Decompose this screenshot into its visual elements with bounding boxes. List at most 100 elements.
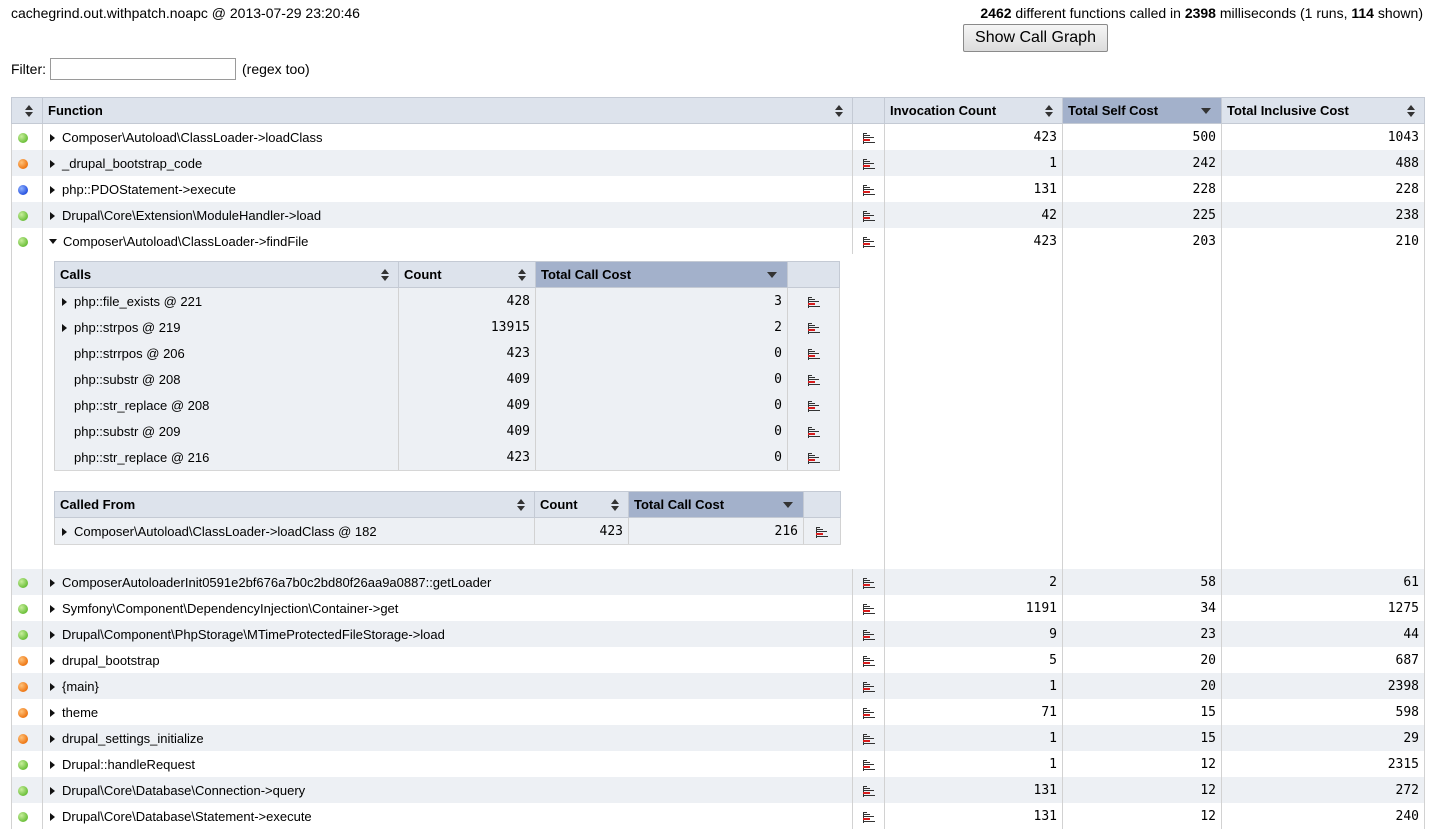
function-cell[interactable]: drupal_bootstrap: [42, 647, 853, 673]
call-graph-cell[interactable]: [803, 517, 841, 545]
call-graph-cell[interactable]: [852, 176, 885, 202]
function-row[interactable]: drupal_settings_initialize 1 15 29: [11, 725, 1425, 751]
call-graph-icon[interactable]: [862, 733, 875, 745]
status-column-header[interactable]: [11, 97, 43, 124]
call-graph-icon[interactable]: [807, 374, 820, 386]
function-cell[interactable]: Drupal\Component\PhpStorage\MTimeProtect…: [42, 621, 853, 647]
call-graph-cell[interactable]: [852, 777, 885, 803]
calls-row[interactable]: php::strrpos @ 206 423 0: [54, 340, 840, 366]
calls-row[interactable]: php::substr @ 208 409 0: [54, 366, 840, 392]
called-from-total-call-cost-column-header[interactable]: Total Call Cost: [628, 491, 804, 518]
call-graph-cell[interactable]: [852, 673, 885, 699]
call-graph-cell[interactable]: [852, 150, 885, 176]
function-cell[interactable]: _drupal_bootstrap_code: [42, 150, 853, 176]
expand-triangle-icon[interactable]: [50, 185, 55, 194]
call-graph-cell[interactable]: [852, 202, 885, 228]
call-graph-cell[interactable]: [852, 725, 885, 751]
function-cell[interactable]: {main}: [42, 673, 853, 699]
call-graph-icon[interactable]: [862, 210, 875, 222]
expand-triangle-icon[interactable]: [62, 297, 67, 306]
function-cell[interactable]: drupal_settings_initialize: [42, 725, 853, 751]
expand-triangle-icon[interactable]: [50, 604, 55, 613]
call-graph-cell[interactable]: [787, 418, 840, 444]
function-row[interactable]: Symfony\Component\DependencyInjection\Co…: [11, 595, 1425, 621]
function-row[interactable]: _drupal_bootstrap_code 1 242 488: [11, 150, 1425, 176]
call-graph-cell[interactable]: [852, 621, 885, 647]
filter-input[interactable]: [50, 58, 236, 80]
function-cell[interactable]: ComposerAutoloaderInit0591e2bf676a7b0c2b…: [42, 569, 853, 595]
call-graph-cell[interactable]: [787, 287, 840, 314]
call-graph-cell[interactable]: [852, 803, 885, 829]
expand-triangle-icon[interactable]: [50, 760, 55, 769]
expand-triangle-icon[interactable]: [50, 656, 55, 665]
call-graph-icon[interactable]: [862, 759, 875, 771]
call-graph-icon[interactable]: [862, 629, 875, 641]
called-from-count-column-header[interactable]: Count: [534, 491, 629, 518]
calls-row[interactable]: php::file_exists @ 221 428 3: [54, 287, 840, 314]
expand-triangle-icon[interactable]: [62, 323, 67, 332]
call-graph-icon[interactable]: [816, 526, 828, 538]
function-cell[interactable]: Drupal\Core\Extension\ModuleHandler->loa…: [42, 202, 853, 228]
function-cell[interactable]: Composer\Autoload\ClassLoader->findFile: [42, 228, 853, 254]
called-from-row[interactable]: Composer\Autoload\ClassLoader->loadClass…: [54, 517, 841, 545]
call-graph-cell[interactable]: [852, 569, 885, 595]
call-graph-icon[interactable]: [862, 681, 875, 693]
call-graph-cell[interactable]: [852, 699, 885, 725]
call-graph-cell[interactable]: [787, 340, 840, 366]
invocation-count-column-header[interactable]: Invocation Count: [884, 97, 1063, 124]
function-row[interactable]: Composer\Autoload\ClassLoader->loadClass…: [11, 123, 1425, 150]
calls-name-cell[interactable]: php::strpos @ 219: [54, 314, 399, 340]
expand-triangle-icon[interactable]: [50, 708, 55, 717]
call-graph-icon[interactable]: [862, 132, 875, 144]
expand-triangle-icon[interactable]: [50, 786, 55, 795]
expand-triangle-icon[interactable]: [50, 630, 55, 639]
expand-triangle-icon[interactable]: [50, 211, 55, 220]
call-graph-icon[interactable]: [862, 603, 875, 615]
collapse-triangle-icon[interactable]: [49, 239, 57, 245]
call-graph-icon[interactable]: [862, 811, 875, 823]
call-graph-icon[interactable]: [862, 236, 875, 248]
function-cell[interactable]: Drupal\Core\Database\Connection->query: [42, 777, 853, 803]
show-call-graph-button[interactable]: Show Call Graph: [963, 24, 1108, 52]
total-inclusive-cost-column-header[interactable]: Total Inclusive Cost: [1221, 97, 1425, 124]
function-row[interactable]: {main} 1 20 2398: [11, 673, 1425, 699]
call-graph-icon[interactable]: [807, 322, 820, 334]
call-graph-icon[interactable]: [807, 348, 820, 360]
calls-name-cell[interactable]: php::substr @ 208: [54, 366, 399, 392]
calls-count-column-header[interactable]: Count: [398, 261, 536, 288]
function-row[interactable]: drupal_bootstrap 5 20 687: [11, 647, 1425, 673]
call-graph-icon[interactable]: [862, 707, 875, 719]
function-cell[interactable]: Symfony\Component\DependencyInjection\Co…: [42, 595, 853, 621]
call-graph-cell[interactable]: [852, 228, 885, 254]
function-cell[interactable]: Drupal::handleRequest: [42, 751, 853, 777]
calls-calls-column-header[interactable]: Calls: [54, 261, 399, 288]
call-graph-icon[interactable]: [862, 158, 875, 170]
function-cell[interactable]: php::PDOStatement->execute: [42, 176, 853, 202]
call-graph-cell[interactable]: [787, 314, 840, 340]
expand-triangle-icon[interactable]: [50, 159, 55, 168]
expand-triangle-icon[interactable]: [50, 734, 55, 743]
function-row[interactable]: php::PDOStatement->execute 131 228 228: [11, 176, 1425, 202]
function-cell[interactable]: Composer\Autoload\ClassLoader->loadClass: [42, 123, 853, 150]
calls-name-cell[interactable]: php::str_replace @ 208: [54, 392, 399, 418]
calls-row[interactable]: php::str_replace @ 216 423 0: [54, 444, 840, 471]
called-from-called-from-column-header[interactable]: Called From: [54, 491, 535, 518]
call-graph-icon[interactable]: [807, 452, 820, 464]
call-graph-cell[interactable]: [852, 123, 885, 150]
function-row[interactable]: Drupal::handleRequest 1 12 2315: [11, 751, 1425, 777]
calls-name-cell[interactable]: php::substr @ 209: [54, 418, 399, 444]
function-row[interactable]: Drupal\Core\Extension\ModuleHandler->loa…: [11, 202, 1425, 228]
calls-name-cell[interactable]: php::file_exists @ 221: [54, 287, 399, 314]
expand-triangle-icon[interactable]: [50, 682, 55, 691]
function-column-header[interactable]: Function: [42, 97, 853, 124]
function-row[interactable]: ComposerAutoloaderInit0591e2bf676a7b0c2b…: [11, 569, 1425, 595]
call-graph-icon[interactable]: [862, 577, 875, 589]
function-cell[interactable]: Drupal\Core\Database\Statement->execute: [42, 803, 853, 829]
call-graph-icon[interactable]: [807, 426, 820, 438]
function-row[interactable]: Drupal\Core\Database\Connection->query 13…: [11, 777, 1425, 803]
call-graph-cell[interactable]: [852, 647, 885, 673]
expand-triangle-icon[interactable]: [62, 527, 67, 536]
calls-name-cell[interactable]: php::str_replace @ 216: [54, 444, 399, 471]
function-row[interactable]: Drupal\Core\Database\Statement->execute 1…: [11, 803, 1425, 829]
expand-triangle-icon[interactable]: [50, 133, 55, 142]
